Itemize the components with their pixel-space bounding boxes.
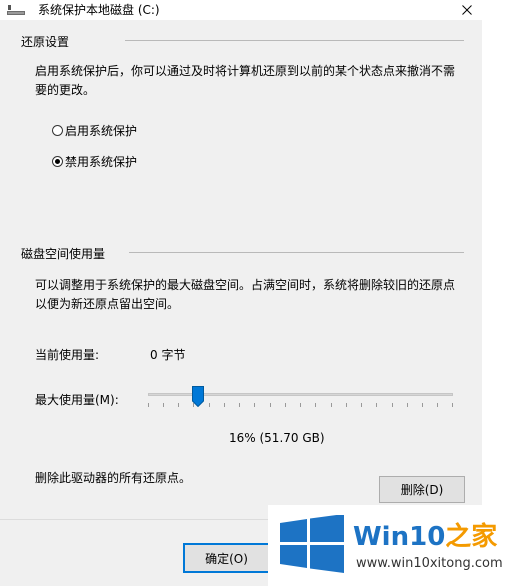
disk-usage-divider	[129, 252, 464, 253]
radio-disable-indicator	[52, 156, 63, 167]
disk-usage-title: 磁盘空间使用量	[21, 247, 106, 261]
current-usage-label: 当前使用量:	[35, 348, 100, 362]
radio-disable-protection[interactable]: 禁用系统保护	[52, 153, 137, 170]
ok-button[interactable]: 确定(O)	[183, 543, 270, 573]
delete-restore-points-text: 删除此驱动器的所有还原点。	[35, 471, 192, 485]
watermark-url: www.win10xitong.com	[356, 556, 503, 571]
watermark-brand-main: Win10	[353, 522, 446, 552]
restore-settings-description: 启用系统保护后，你可以通过及时将计算机还原到以前的某个状态点来撤消不需要的更改。	[35, 64, 456, 97]
watermark-panel: Win10之家 www.win10xitong.com	[268, 505, 510, 586]
windows-logo-icon	[280, 515, 344, 573]
radio-enable-label: 启用系统保护	[65, 124, 138, 138]
close-icon	[462, 5, 472, 15]
close-button[interactable]	[452, 0, 482, 20]
delete-button[interactable]: 删除(D)	[379, 476, 465, 503]
restore-settings-title: 还原设置	[21, 35, 70, 49]
max-usage-label: 最大使用量(M):	[35, 393, 119, 407]
watermark-brand-accent: 之家	[445, 522, 498, 552]
radio-enable-indicator	[52, 125, 63, 136]
disk-usage-description: 可以调整用于系统保护的最大磁盘空间。占满空间时，系统将删除较旧的还原点以便为新还…	[35, 278, 456, 311]
window-edge	[482, 0, 510, 586]
radio-disable-label: 禁用系统保护	[65, 155, 138, 169]
restore-settings-divider	[125, 40, 464, 41]
slider-readout: 16% (51.70 GB)	[229, 431, 325, 445]
radio-enable-protection[interactable]: 启用系统保护	[52, 122, 137, 139]
title-bar: 系统保护本地磁盘 (C:)	[0, 0, 510, 20]
max-usage-slider-thumb[interactable]	[192, 386, 204, 407]
drive-icon	[7, 5, 25, 15]
current-usage-value: 0 字节	[150, 348, 186, 362]
window-title: 系统保护本地磁盘 (C:)	[38, 3, 160, 17]
watermark-brand: Win10之家	[353, 516, 497, 553]
